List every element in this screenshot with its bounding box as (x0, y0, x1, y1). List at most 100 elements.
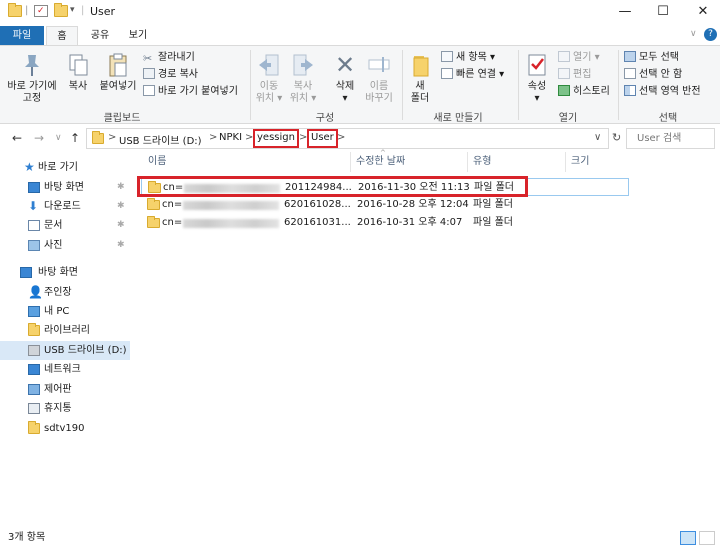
edit-label: 편집 (573, 69, 592, 80)
move-to-label-2: 위치 ▾ (255, 93, 283, 104)
move-to-button[interactable]: 이동 위치 ▾ (254, 52, 284, 105)
cut-button[interactable]: ✂ 잘라내기 (143, 51, 195, 65)
group-select: 선택 (658, 113, 678, 124)
expand-ribbon-icon[interactable]: ∨ (690, 29, 697, 39)
refresh-button[interactable]: ↻ (612, 131, 621, 144)
window-title: User (90, 5, 116, 18)
breadcrumb-yessign[interactable]: yessign (253, 129, 299, 148)
search-input[interactable]: User 검색 (626, 128, 715, 149)
sidebar-item-sdtv190[interactable]: sdtv190 (0, 419, 130, 438)
sidebar-item-this-pc[interactable]: 내 PC (0, 302, 130, 321)
table-row[interactable]: cn= 620161031... 2016-10-31 오후 4:07 파일 폴… (141, 214, 629, 232)
address-bar[interactable]: > USB 드라이브 (D:) > NPKI > yessign > User … (86, 128, 609, 149)
address-dropdown-icon[interactable]: ∨ (594, 132, 601, 143)
invert-selection-button[interactable]: 선택 영역 반전 (624, 85, 701, 99)
details-view-button[interactable] (680, 531, 696, 545)
properties-icon[interactable]: ✓ (34, 5, 48, 17)
paste-icon (106, 52, 130, 78)
pin-quick-access-button[interactable]: 바로 가기에 고정 (4, 52, 60, 105)
breadcrumb-npki[interactable]: NPKI (219, 132, 242, 143)
sidebar-item-desktop-pinned[interactable]: 바탕 화면 ✱ (0, 178, 130, 197)
tab-file[interactable]: 파일 (0, 26, 44, 46)
back-button[interactable]: ← (12, 131, 22, 145)
help-icon[interactable]: ? (704, 28, 717, 41)
edit-button[interactable]: 편집 (558, 68, 591, 82)
history-button[interactable]: 히스토리 (558, 85, 610, 99)
tab-view[interactable]: 보기 (122, 26, 154, 46)
large-icons-view-button[interactable] (699, 531, 715, 545)
paste-button[interactable]: 붙여넣기 (96, 52, 140, 93)
select-none-icon (624, 68, 636, 79)
column-divider[interactable] (350, 152, 351, 172)
column-header-date[interactable]: 수정한 날짜 (356, 154, 405, 170)
breadcrumb-usb-drive[interactable]: USB 드라이브 (D:) (119, 132, 202, 147)
rename-icon (367, 52, 391, 78)
sidebar-item-quick-access[interactable]: ★ 바로 가기 (0, 158, 130, 177)
user-icon: 👤 (28, 285, 43, 299)
copy-button[interactable]: 복사 (64, 52, 92, 93)
delete-icon: ✕ (334, 51, 356, 79)
properties-button[interactable]: 속성 ▾ (522, 52, 552, 105)
pin-icon[interactable]: ✱ (117, 197, 125, 216)
sidebar-item-label: 다운로드 (44, 201, 81, 212)
sidebar-item-control-panel[interactable]: 제어판 (0, 380, 130, 399)
move-to-label-1: 이동 (259, 81, 279, 92)
new-folder-icon[interactable] (54, 3, 68, 17)
documents-icon (28, 220, 40, 231)
sidebar-item-usb-drive[interactable]: USB 드라이브 (D:) (0, 341, 130, 360)
sidebar-item-label: USB 드라이브 (D:) (44, 345, 127, 356)
table-row[interactable]: cn= 620161028... 2016-10-28 오후 12:04 파일 … (141, 196, 629, 214)
column-header-name[interactable]: 이름 (148, 154, 166, 170)
copy-icon (66, 52, 90, 78)
select-all-button[interactable]: 모두 선택 (624, 51, 679, 65)
sidebar-item-network[interactable]: 네트워크 (0, 360, 130, 379)
redacted-blur (183, 201, 279, 210)
file-date: 2016-10-31 오후 4:07 (357, 217, 463, 228)
column-divider[interactable] (467, 152, 468, 172)
sidebar-item-user[interactable]: 👤 주인장 (0, 283, 130, 302)
qa-separator: | (25, 5, 29, 16)
column-header-size[interactable]: 크기 (571, 154, 589, 170)
new-item-icon (441, 51, 453, 62)
close-button[interactable]: ✕ (680, 0, 720, 26)
column-divider[interactable] (565, 152, 566, 172)
sidebar-item-documents[interactable]: 문서 ✱ (0, 216, 130, 235)
sidebar-item-downloads[interactable]: ⬇ 다운로드 ✱ (0, 197, 130, 216)
download-icon: ⬇ (28, 199, 39, 213)
qa-dropdown-icon[interactable]: ▾ (70, 5, 75, 15)
sidebar-item-label: 바탕 화면 (44, 182, 84, 193)
breadcrumb-user[interactable]: User (307, 129, 338, 148)
delete-button[interactable]: ✕ 삭제 ▾ (330, 52, 360, 105)
rename-label-1: 이름 (369, 81, 389, 92)
rename-button[interactable]: 이름 바꾸기 (363, 52, 395, 105)
sidebar-item-label: 내 PC (44, 306, 70, 317)
desktop-icon (20, 267, 32, 278)
tab-share[interactable]: 공유 (84, 26, 116, 46)
sidebar-item-recycle-bin[interactable]: 휴지통 (0, 399, 130, 418)
open-button[interactable]: 열기 ▾ (558, 51, 600, 65)
select-none-button[interactable]: 선택 안 함 (624, 68, 682, 82)
network-icon (28, 364, 40, 375)
select-all-icon (624, 51, 636, 62)
pin-icon[interactable]: ✱ (117, 216, 125, 235)
recent-locations-button[interactable]: ∨ (55, 133, 62, 143)
pin-label-2: 고정 (22, 93, 42, 104)
pin-icon[interactable]: ✱ (117, 178, 125, 197)
select-all-label: 모두 선택 (639, 52, 679, 63)
tab-home[interactable]: 홈 (46, 26, 78, 46)
copy-to-button[interactable]: 복사 위치 ▾ (288, 52, 318, 105)
copy-path-button[interactable]: 경로 복사 (143, 68, 198, 82)
up-button[interactable]: ↑ (70, 131, 80, 145)
pin-icon[interactable]: ✱ (117, 236, 125, 255)
easy-access-button[interactable]: 빠른 연결 ▾ (441, 68, 504, 82)
new-folder-button[interactable]: 새 폴더 (406, 52, 434, 105)
new-item-button[interactable]: 새 항목 ▾ (441, 51, 495, 65)
forward-button[interactable]: → (34, 131, 44, 145)
paste-shortcut-button[interactable]: 바로 가기 붙여넣기 (143, 85, 238, 99)
sidebar-item-libraries[interactable]: 라이브러리 (0, 321, 130, 340)
column-header-type[interactable]: 유형 (473, 154, 491, 170)
pin-label-1: 바로 가기에 (7, 81, 57, 92)
sidebar-item-pictures[interactable]: 사진 ✱ (0, 236, 130, 255)
sidebar-item-desktop[interactable]: 바탕 화면 (0, 263, 130, 282)
file-name-prefix: cn= (162, 199, 183, 210)
